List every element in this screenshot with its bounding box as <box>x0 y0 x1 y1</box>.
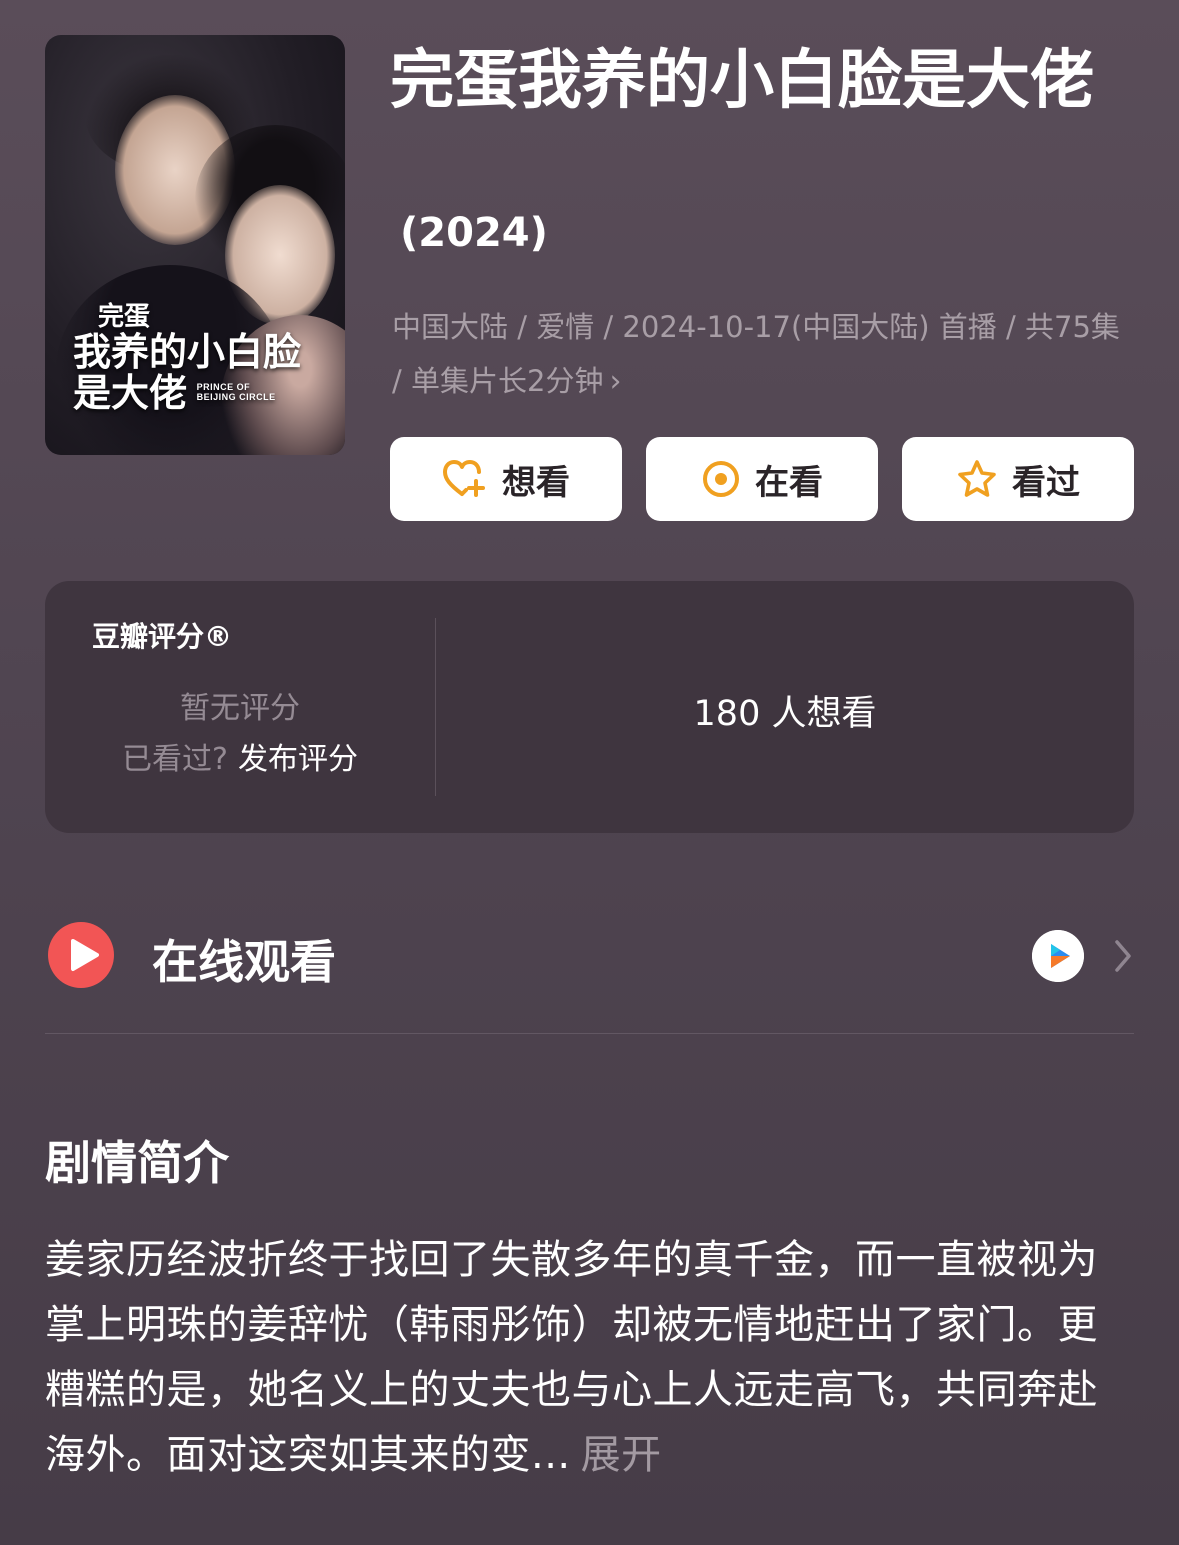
poster-english-title: PRINCE OF BEIJING CIRCLE <box>197 382 276 404</box>
chevron-right-icon <box>1115 940 1131 972</box>
want-count[interactable]: 180 人想看 <box>436 685 1134 736</box>
section-divider <box>45 1033 1134 1034</box>
star-icon <box>958 460 996 497</box>
synopsis-heading: 剧情简介 <box>45 1136 229 1190</box>
poster-image[interactable]: 完蛋 我养的小白脸 是大佬 PRINCE OF BEIJING CIRCLE <box>45 35 345 455</box>
page-title: 完蛋我养的小白脸是大佬 <box>390 44 1094 118</box>
watched-button[interactable]: 看过 <box>902 437 1134 521</box>
poster-title-line2: 我养的小白脸 <box>73 329 302 375</box>
heart-plus-icon <box>443 460 485 497</box>
chevron-right-icon: › <box>609 364 622 399</box>
watch-online-row[interactable]: 在线观看 <box>45 922 1134 992</box>
meta-info[interactable]: 中国大陆 / 爱情 / 2024-10-17(中国大陆) 首播 / 共75集 /… <box>392 300 1137 409</box>
poster-english-line1: PRINCE OF <box>196 381 251 392</box>
poster-english-line2: BEIJING CIRCLE <box>196 392 276 403</box>
want-button[interactable]: 想看 <box>390 437 622 521</box>
expand-link[interactable]: 展开 <box>581 1432 662 1478</box>
play-icon <box>48 922 114 988</box>
publish-rating-row: 已看过? 发布评分 <box>45 734 435 778</box>
meta-text: 中国大陆 / 爱情 / 2024-10-17(中国大陆) 首播 / 共75集 /… <box>392 310 1120 398</box>
publish-rating-link[interactable]: 发布评分 <box>238 742 358 777</box>
douban-rating-label: 豆瓣评分® <box>92 620 233 653</box>
watch-online-title: 在线观看 <box>152 935 336 989</box>
target-circle-icon <box>703 461 739 497</box>
no-rating-text: 暂无评分 <box>180 691 300 726</box>
poster-title-line3: 是大佬 <box>73 370 188 416</box>
synopsis-text: 姜家历经波折终于找回了失散多年的真千金，而一直被视为掌上明珠的姜辞忧（韩雨彤饰）… <box>45 1237 1098 1478</box>
watched-label: 看过 <box>1012 462 1080 503</box>
synopsis-body: 姜家历经波折终于找回了失散多年的真千金，而一直被视为掌上明珠的姜辞忧（韩雨彤饰）… <box>45 1228 1135 1488</box>
poster-title-line1: 完蛋 <box>98 302 151 332</box>
youku-platform-icon[interactable] <box>1032 930 1084 982</box>
release-year: (2024) <box>400 210 548 256</box>
rating-card: 豆瓣评分® 暂无评分 已看过? 发布评分 180 人想看 <box>45 581 1134 833</box>
watching-label: 在看 <box>755 462 823 503</box>
poster-title: 完蛋 我养的小白脸 是大佬 PRINCE OF BEIJING CIRCLE <box>73 303 333 413</box>
watching-button[interactable]: 在看 <box>646 437 878 521</box>
watched-question: 已看过? <box>122 742 228 777</box>
want-label: 想看 <box>502 462 570 503</box>
